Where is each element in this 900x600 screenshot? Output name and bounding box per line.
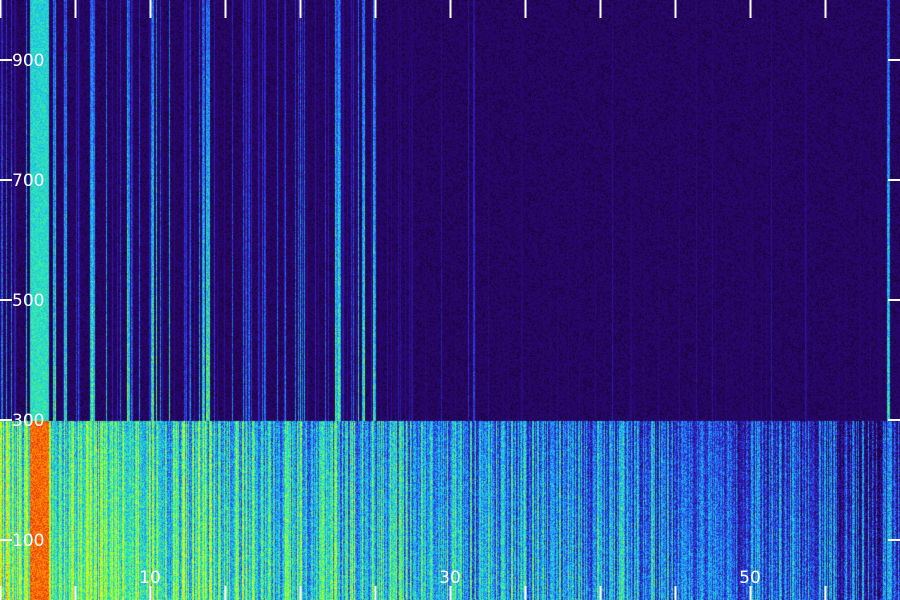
x-tick-labels: 10 30 50 xyxy=(139,568,761,588)
y-tick-label: 500 xyxy=(12,291,44,311)
y-tick-label: 900 xyxy=(12,51,44,71)
y-tick-label: 100 xyxy=(12,531,44,551)
left-tick-marks xyxy=(0,59,12,541)
y-tick-labels: 900 700 500 300 100 xyxy=(12,51,44,551)
bottom-tick-marks xyxy=(0,586,827,600)
x-tick-label: 30 xyxy=(439,568,461,588)
y-tick-label: 300 xyxy=(12,411,44,431)
x-tick-label: 50 xyxy=(739,568,761,588)
y-tick-label: 700 xyxy=(12,171,44,191)
x-tick-label: 10 xyxy=(139,568,161,588)
right-tick-marks xyxy=(888,59,900,541)
axes-overlay: 900 700 500 300 100 10 30 50 xyxy=(0,0,900,600)
top-tick-marks xyxy=(0,0,827,18)
